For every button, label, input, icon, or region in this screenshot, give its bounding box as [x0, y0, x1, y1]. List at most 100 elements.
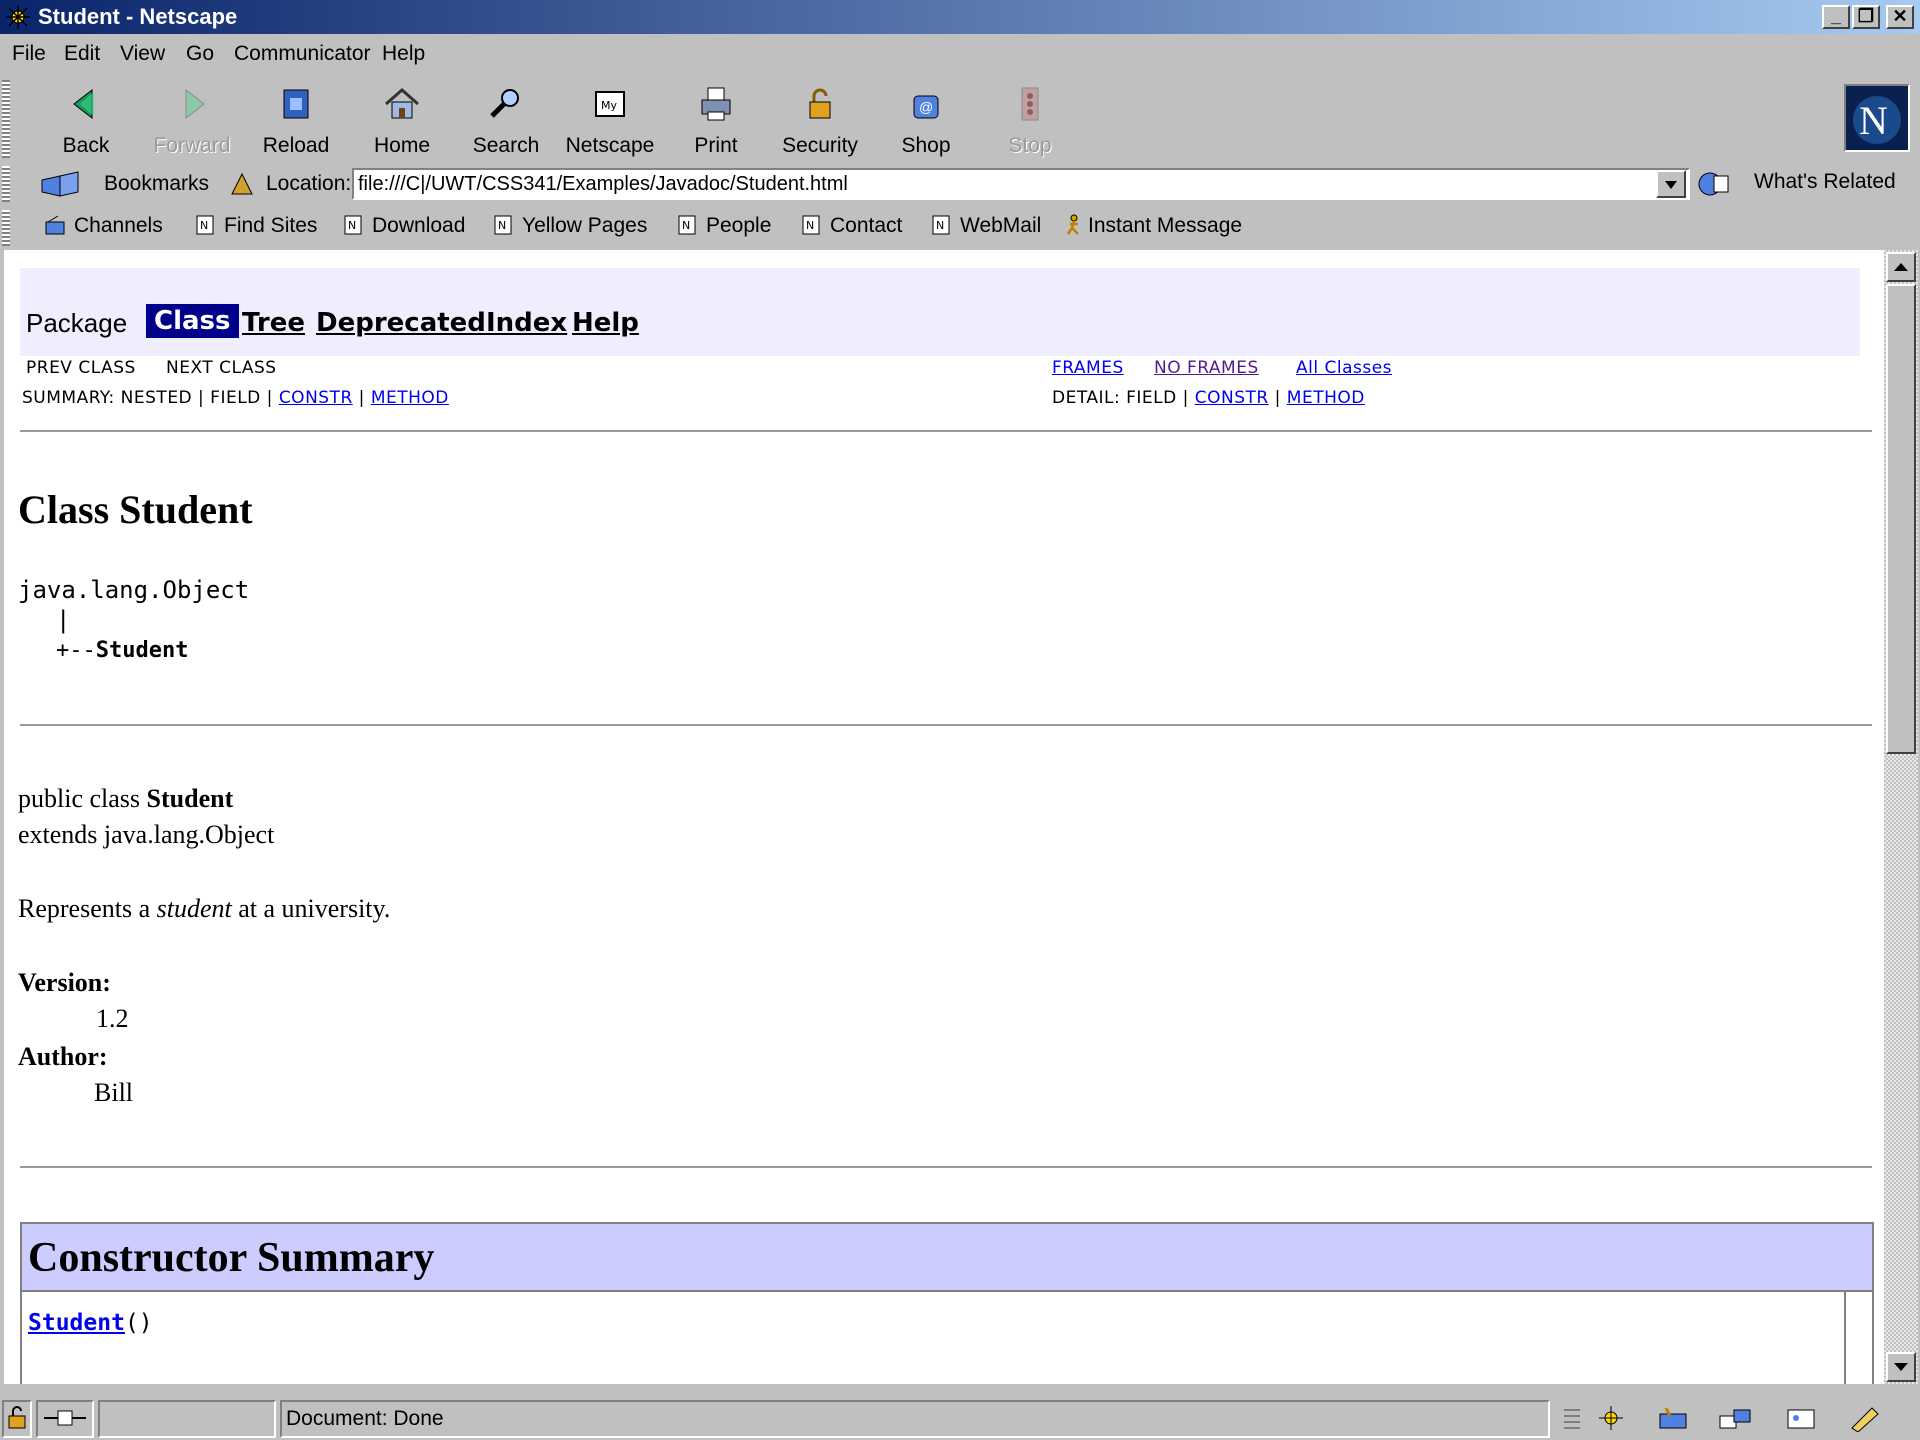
contact-button[interactable]: N Contact	[800, 214, 902, 238]
home-button[interactable]: Home	[352, 82, 452, 158]
desc-after: at a university.	[231, 894, 391, 923]
bookmarks-button[interactable]: Bookmarks	[104, 172, 209, 196]
download-label: Download	[372, 214, 466, 237]
location-page-icon[interactable]	[228, 170, 256, 198]
people-button[interactable]: N People	[676, 214, 771, 238]
menu-file[interactable]: File	[12, 42, 46, 66]
whats-related-button[interactable]: What's Related	[1754, 170, 1896, 194]
close-button[interactable]: ✕	[1886, 5, 1914, 29]
svg-text:N: N	[936, 219, 944, 232]
status-text: Document: Done	[286, 1407, 444, 1430]
menu-help[interactable]: Help	[382, 42, 425, 66]
svg-text:N: N	[806, 219, 814, 232]
summary-prefix: SUMMARY: NESTED | FIELD |	[22, 388, 279, 408]
svg-text:My: My	[601, 99, 617, 112]
svg-text:N: N	[348, 219, 356, 232]
netscape-label: Netscape	[565, 134, 655, 157]
download-button[interactable]: N Download	[342, 214, 465, 238]
menu-edit[interactable]: Edit	[64, 42, 100, 66]
divider	[20, 430, 1872, 433]
frames-link[interactable]: FRAMES	[1052, 358, 1124, 378]
channels-button[interactable]: Channels	[44, 214, 163, 238]
location-label: Location:	[266, 172, 352, 195]
hierarchy-arrow: +--	[56, 638, 96, 663]
whats-related-icon	[1698, 172, 1729, 196]
toolbar-grip[interactable]	[2, 80, 10, 158]
navigator-icon[interactable]	[1594, 1404, 1628, 1432]
forward-button[interactable]: Forward	[142, 82, 242, 158]
connection-plug-icon	[44, 1410, 86, 1426]
yellow-pages-button[interactable]: N Yellow Pages	[492, 214, 647, 238]
my-netscape-icon: My	[595, 91, 625, 117]
forward-arrow-icon	[185, 88, 205, 120]
channels-label: Channels	[74, 214, 163, 237]
back-button[interactable]: Back	[36, 82, 136, 158]
scroll-up-button[interactable]	[1886, 252, 1916, 282]
home-icon	[385, 88, 419, 119]
scroll-down-button[interactable]	[1886, 1352, 1916, 1382]
personal-toolbar: Channels N Find Sites N Download N Yellow P…	[0, 208, 1920, 248]
menu-view[interactable]: View	[120, 42, 165, 66]
minimize-button[interactable]: _	[1822, 5, 1850, 29]
prev-class-label: PREV CLASS	[26, 358, 136, 378]
scroll-thumb[interactable]	[1886, 284, 1916, 754]
divider	[20, 1166, 1872, 1169]
channels-icon	[45, 215, 65, 235]
netscape-logo[interactable]: N	[1844, 84, 1910, 152]
toolbar-grip[interactable]	[2, 166, 10, 202]
toolbar-grip[interactable]	[2, 210, 10, 246]
summary-method-link[interactable]: METHOD	[371, 388, 449, 408]
nav-deprecated-link[interactable]: Deprecated	[316, 308, 486, 338]
search-button[interactable]: Search	[456, 82, 556, 158]
home-label: Home	[373, 134, 431, 157]
webmail-button[interactable]: N WebMail	[930, 214, 1041, 238]
shop-button[interactable]: @ Shop	[876, 82, 976, 158]
instant-message-button[interactable]: Instant Message	[1062, 214, 1242, 238]
menu-go[interactable]: Go	[186, 42, 214, 66]
stop-button[interactable]: Stop	[980, 82, 1080, 158]
security-button[interactable]: Security	[770, 82, 870, 158]
contact-label: Contact	[830, 214, 903, 237]
nav-tree-link[interactable]: Tree	[242, 308, 305, 338]
bookmark-page-icon: N	[932, 215, 950, 235]
shop-label: Shop	[901, 134, 951, 157]
bookmark-page-icon: N	[196, 215, 214, 235]
location-history-dropdown[interactable]	[1656, 170, 1686, 198]
svg-text:N: N	[498, 219, 506, 232]
svg-text:N: N	[200, 219, 208, 232]
nav-index-link[interactable]: Index	[486, 308, 567, 338]
composer-icon[interactable]	[1846, 1404, 1884, 1432]
bookmark-page-icon: N	[344, 215, 362, 235]
version-label: Version:	[18, 968, 111, 997]
summary-constr-link[interactable]: CONSTR	[279, 388, 353, 408]
reload-label: Reload	[262, 134, 330, 157]
bookmark-page-icon: N	[678, 215, 696, 235]
component-bar	[1556, 1400, 1916, 1438]
print-button[interactable]: Print	[666, 82, 766, 158]
menu-communicator[interactable]: Communicator	[234, 42, 371, 66]
security-label: Security	[782, 134, 858, 157]
mail-icon[interactable]	[1654, 1404, 1692, 1432]
constructor-student-link[interactable]: Student	[28, 1310, 125, 1336]
back-arrow-icon	[73, 88, 94, 120]
detail-prefix: DETAIL: FIELD |	[1052, 388, 1195, 408]
find-sites-button[interactable]: N Find Sites	[194, 214, 317, 238]
author-value: Bill	[94, 1078, 134, 1107]
newsgroups-icon[interactable]	[1716, 1404, 1756, 1432]
all-classes-link[interactable]: All Classes	[1296, 358, 1392, 378]
padlock-status-icon	[8, 1406, 26, 1429]
netscape-button[interactable]: My Netscape	[560, 82, 660, 158]
nav-help-link[interactable]: Help	[572, 308, 639, 338]
no-frames-link[interactable]: NO FRAMES	[1154, 358, 1259, 378]
address-book-icon[interactable]	[1782, 1404, 1820, 1432]
security-status-cell[interactable]	[2, 1400, 32, 1438]
next-class-label: NEXT CLASS	[166, 358, 277, 378]
padlock-icon	[809, 88, 831, 119]
reload-button[interactable]: Reload	[246, 82, 346, 158]
detail-constr-link[interactable]: CONSTR	[1195, 388, 1269, 408]
component-grip-icon[interactable]	[1560, 1404, 1584, 1432]
restore-button[interactable]: ❐	[1852, 5, 1880, 29]
detail-method-link[interactable]: METHOD	[1287, 388, 1365, 408]
location-url-input[interactable]: file:///C|/UWT/CSS341/Examples/Javadoc/S…	[352, 168, 1690, 200]
divider	[20, 724, 1872, 727]
